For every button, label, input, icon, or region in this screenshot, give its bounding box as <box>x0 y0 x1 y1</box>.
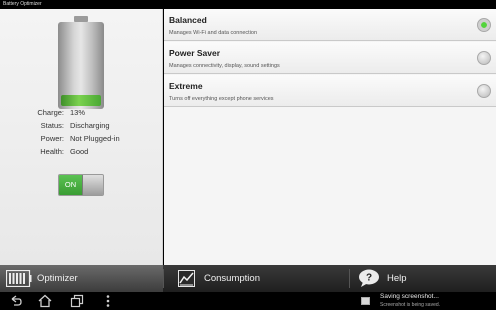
notification-title: Saving screenshot... <box>380 293 439 300</box>
menu-dots-icon[interactable] <box>101 294 115 308</box>
mode-item-balanced[interactable]: Balanced Manages Wi-Fi and data connecti… <box>164 9 496 41</box>
back-icon[interactable] <box>9 294 23 308</box>
bottom-tab-bar: Optimizer Consumption ? Help <box>0 265 496 292</box>
stat-label: Health: <box>40 147 64 156</box>
radio-unselected-icon[interactable] <box>477 84 491 98</box>
stat-value: Good <box>70 147 89 156</box>
stat-row-health: Health: Good <box>0 147 163 157</box>
mode-list: Balanced Manages Wi-Fi and data connecti… <box>164 9 496 265</box>
stat-value: 13% <box>70 108 86 117</box>
stat-row-status: Status: Discharging <box>0 121 163 131</box>
svg-text:?: ? <box>366 273 372 284</box>
tab-label: Help <box>387 273 407 284</box>
toggle-on-label: ON <box>59 175 82 195</box>
stat-value: Discharging <box>70 121 110 130</box>
app-title: Battery Optimizer <box>3 1 42 7</box>
radio-selected-icon[interactable] <box>477 18 491 32</box>
app-title-bar: Battery Optimizer <box>0 0 496 9</box>
stat-row-power: Power: Not Plugged-in <box>0 134 163 144</box>
mode-title: Power Saver <box>169 48 221 58</box>
radio-unselected-icon[interactable] <box>477 51 491 65</box>
stat-value: Not Plugged-in <box>70 134 120 143</box>
stat-row-charge: Charge: 13% <box>0 108 163 118</box>
battery-body <box>58 22 104 109</box>
mode-title: Balanced <box>169 15 207 25</box>
tab-optimizer[interactable]: Optimizer <box>0 265 163 292</box>
toggle-knob[interactable] <box>82 175 103 195</box>
home-icon[interactable] <box>38 294 52 308</box>
notification-subtitle: Screenshot is being saved. <box>380 302 441 308</box>
optimizer-toggle[interactable]: ON <box>58 174 104 196</box>
tab-label: Consumption <box>204 273 260 284</box>
stat-label: Status: <box>40 121 64 130</box>
mode-title: Extreme <box>169 81 203 91</box>
mode-description: Turns off everything except phone servic… <box>169 96 274 102</box>
tab-consumption[interactable]: Consumption <box>164 265 349 292</box>
recent-apps-icon[interactable] <box>70 294 84 308</box>
stat-label: Charge: <box>37 108 64 117</box>
battery-fill-level <box>61 95 101 106</box>
tab-help[interactable]: ? Help <box>350 265 496 292</box>
mode-item-power-saver[interactable]: Power Saver Manages connectivity, displa… <box>164 42 496 74</box>
image-icon <box>361 297 370 305</box>
battery-gauge <box>58 16 104 109</box>
battery-status-panel: Charge: 13% Status: Discharging Power: N… <box>0 9 163 265</box>
mode-description: Manages Wi-Fi and data connection <box>169 30 258 36</box>
mode-description: Manages connectivity, display, sound set… <box>169 63 280 69</box>
tab-label: Optimizer <box>37 273 78 284</box>
mode-item-extreme[interactable]: Extreme Turns off everything except phon… <box>164 75 496 107</box>
stat-label: Power: <box>40 134 64 143</box>
notification-screenshot[interactable]: Saving screenshot... Screenshot is being… <box>356 292 496 310</box>
